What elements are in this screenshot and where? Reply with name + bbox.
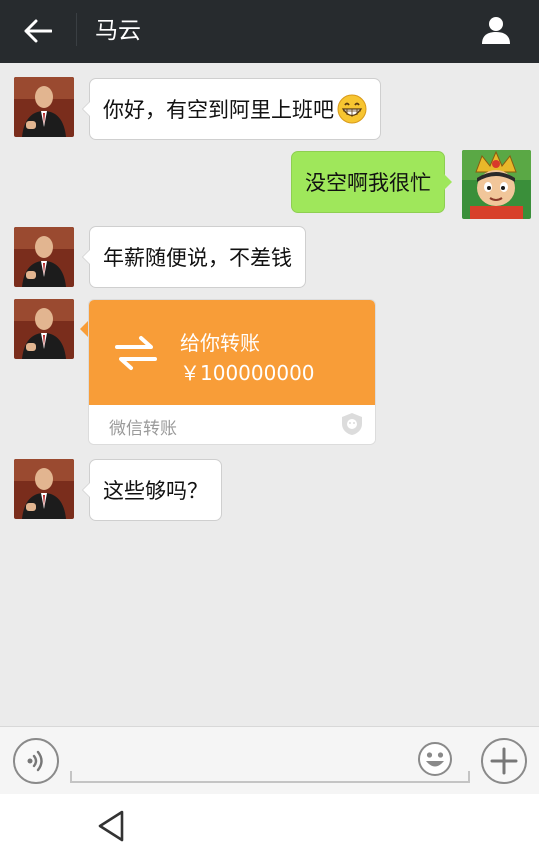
triangle-back-icon xyxy=(98,810,124,842)
avatar-mayun-image xyxy=(14,459,74,519)
grinning-face-icon xyxy=(337,94,367,124)
more-options-button[interactable] xyxy=(481,738,527,784)
message-bubble-sent[interactable]: 没空啊我很忙 xyxy=(291,151,452,213)
message-bubble-received[interactable]: 你好，有空到阿里上班吧 xyxy=(82,78,381,140)
message-bubble-received[interactable]: 这些够吗？ xyxy=(82,459,222,521)
avatar-mayun[interactable] xyxy=(14,77,74,137)
voice-button[interactable] xyxy=(13,738,59,784)
avatar-mayun[interactable] xyxy=(14,227,74,287)
transfer-title: 给你转账 xyxy=(180,331,260,355)
arrow-left-icon xyxy=(24,19,52,43)
back-button[interactable] xyxy=(16,14,60,48)
input-underline-cap xyxy=(70,771,72,783)
avatar-mayun-image xyxy=(14,77,74,137)
avatar-mayun[interactable] xyxy=(14,299,74,359)
message-text: 你好，有空到阿里上班吧 xyxy=(103,98,334,122)
system-back-button[interactable] xyxy=(94,808,130,844)
voice-icon xyxy=(27,750,43,772)
message-text: 年薪随便说，不差钱 xyxy=(103,246,292,270)
transfer-card[interactable]: 给你转账 ￥100000000 微信转账 xyxy=(88,299,376,445)
contact-info-button[interactable] xyxy=(476,12,516,48)
plus-icon xyxy=(490,747,518,775)
input-bar xyxy=(0,726,539,794)
chat-title: 马云 xyxy=(95,18,141,44)
avatar-mayun-image xyxy=(14,299,74,359)
title-bar: 马云 xyxy=(0,0,539,63)
input-underline-cap xyxy=(468,771,470,783)
avatar-mayun[interactable] xyxy=(14,459,74,519)
message-bubble-received[interactable]: 年薪随便说，不差钱 xyxy=(82,226,306,288)
emoji-button[interactable] xyxy=(417,741,453,777)
transfer-bubble-tail xyxy=(80,321,88,337)
transfer-arrows-icon xyxy=(115,336,157,370)
message-input[interactable] xyxy=(70,739,470,783)
avatar-mayun-image xyxy=(14,227,74,287)
transfer-card-header: 给你转账 ￥100000000 xyxy=(89,300,375,405)
shield-icon xyxy=(342,413,362,435)
transfer-source-label: 微信转账 xyxy=(109,419,177,439)
message-text: 没空啊我很忙 xyxy=(305,171,431,195)
avatar-self-image xyxy=(462,150,531,219)
emoji-icon xyxy=(418,742,452,776)
chat-area[interactable]: 你好，有空到阿里上班吧 没空啊我很忙 年薪随便说，不差钱 给你转账 ￥10000… xyxy=(0,63,539,726)
system-nav-bar xyxy=(0,794,539,860)
header-divider xyxy=(76,13,77,46)
message-text: 这些够吗？ xyxy=(103,479,208,503)
person-icon xyxy=(482,17,510,44)
transfer-amount: ￥100000000 xyxy=(180,361,315,385)
avatar-self[interactable] xyxy=(462,150,531,219)
transfer-card-footer: 微信转账 xyxy=(89,405,375,444)
